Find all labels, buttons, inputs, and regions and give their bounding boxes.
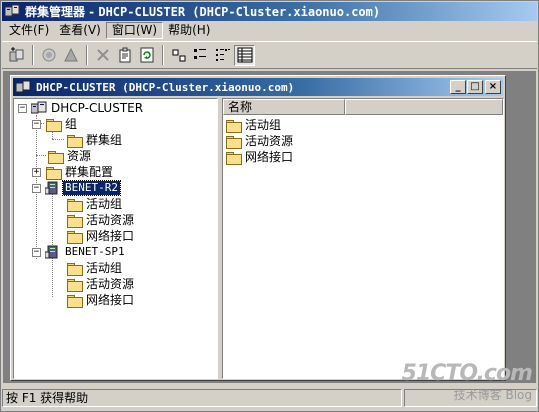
- list-item[interactable]: 活动资源: [225, 133, 295, 149]
- toolbar: [2, 41, 537, 69]
- window-title: 群集管理器 - DHCP-CLUSTER (DHCP-Cluster.xiaon…: [25, 3, 380, 20]
- tree-label-node-benet-r2: BENET-R2: [62, 180, 121, 196]
- collapse-icon[interactable]: −: [32, 119, 41, 129]
- tree-label-root: DHCP-CLUSTER: [51, 101, 144, 115]
- cluster-tree-pane[interactable]: − DHCP-CLUSTER − 组 群集组 资源 + 群集配置 − BENET…: [13, 98, 218, 379]
- tree-label-cluster-group: 群集组: [86, 133, 123, 147]
- cluster-child-window: DHCP-CLUSTER (DHCP-Cluster.xiaonuo.com) …: [10, 75, 506, 381]
- cluster-administrator-window: 群集管理器 - DHCP-CLUSTER (DHCP-Cluster.xiaon…: [0, 0, 539, 412]
- collapse-icon[interactable]: −: [32, 247, 41, 257]
- expand-icon[interactable]: +: [32, 167, 41, 177]
- tree-item-root[interactable]: − DHCP-CLUSTER: [18, 100, 145, 116]
- server-node-icon: [44, 181, 61, 195]
- folder-icon: [66, 294, 83, 308]
- group-folder-icon: [66, 134, 83, 148]
- tree-connector: [52, 139, 64, 140]
- status-text: 按 F1 获得帮助: [2, 389, 402, 407]
- folder-icon: [66, 214, 83, 228]
- folder-icon: [45, 166, 62, 180]
- child-window-controls: _ □ ×: [449, 80, 501, 94]
- take-offline-icon[interactable]: [60, 45, 81, 66]
- close-button[interactable]: ×: [485, 80, 501, 94]
- tree-label-node2-active-resources: 活动资源: [86, 277, 135, 291]
- folder-icon: [225, 151, 242, 165]
- menu-help[interactable]: 帮助(H): [163, 22, 215, 39]
- toolbar-separator: [32, 45, 34, 65]
- details-view-icon[interactable]: [234, 44, 255, 66]
- bring-online-icon[interactable]: [38, 45, 59, 66]
- tree-item-node2-active-groups[interactable]: 活动组: [66, 260, 124, 276]
- refresh-icon[interactable]: [136, 45, 157, 66]
- minimize-button[interactable]: _: [450, 80, 466, 94]
- list-item[interactable]: 网络接口: [225, 149, 295, 165]
- window-title-prefix: 群集管理器 -: [25, 5, 99, 19]
- tree-item-node-benet-r2[interactable]: − BENET-R2: [32, 180, 121, 196]
- cluster-app-icon: [4, 4, 20, 19]
- column-header-blank[interactable]: [345, 99, 503, 115]
- delete-icon[interactable]: [92, 45, 113, 66]
- tree-connector: [52, 257, 53, 297]
- tree-item-node1-active-groups[interactable]: 活动组: [66, 196, 124, 212]
- tree-label-groups: 组: [65, 117, 78, 131]
- list-item[interactable]: 活动组: [225, 117, 283, 133]
- collapse-icon[interactable]: −: [18, 103, 27, 113]
- tree-item-cluster-group[interactable]: 群集组: [66, 132, 124, 148]
- details-list-pane[interactable]: 名称 活动组 活动资源 网络接口: [222, 98, 504, 379]
- tree-item-node2-network-interfaces[interactable]: 网络接口: [66, 292, 136, 308]
- tree-item-groups[interactable]: − 组: [32, 116, 79, 132]
- collapse-icon[interactable]: −: [32, 183, 41, 193]
- tree-label-resources: 资源: [67, 149, 92, 163]
- list-item-label: 网络接口: [245, 150, 294, 164]
- tree-label-node2-active-groups: 活动组: [86, 261, 123, 275]
- tree-label-node1-network-interfaces: 网络接口: [86, 229, 135, 243]
- list-item-label: 活动资源: [245, 134, 294, 148]
- tree-label-node1-active-groups: 活动组: [86, 197, 123, 211]
- list-view-icon[interactable]: [212, 45, 233, 66]
- list-item-label: 活动组: [245, 118, 282, 132]
- status-bar: 按 F1 获得帮助: [2, 387, 537, 409]
- tree-label-node-benet-sp1: BENET-SP1: [65, 245, 125, 258]
- menu-file[interactable]: 文件(F): [4, 22, 54, 39]
- tree-label-node1-active-resources: 活动资源: [86, 213, 135, 227]
- window-title-cluster: DHCP-CLUSTER (DHCP-Cluster.xiaonuo.com): [98, 5, 381, 19]
- maximize-button[interactable]: □: [467, 80, 483, 94]
- column-header-name[interactable]: 名称: [223, 99, 345, 115]
- folder-icon: [45, 118, 62, 132]
- folder-icon: [225, 135, 242, 149]
- large-icons-view-icon[interactable]: [168, 45, 189, 66]
- status-panel: [404, 389, 537, 407]
- list-header: 名称: [223, 99, 503, 115]
- child-window-title: DHCP-CLUSTER (DHCP-Cluster.xiaonuo.com): [36, 80, 295, 94]
- folder-icon: [66, 198, 83, 212]
- folder-icon: [66, 262, 83, 276]
- folder-icon: [66, 230, 83, 244]
- tree-label-node2-network-interfaces: 网络接口: [86, 293, 135, 307]
- cluster-icon: [30, 101, 47, 115]
- folder-icon: [225, 119, 242, 133]
- folder-icon: [66, 278, 83, 292]
- toolbar-separator: [86, 45, 88, 65]
- server-node-icon: [44, 245, 61, 259]
- new-group-icon[interactable]: [6, 45, 27, 66]
- small-icons-view-icon[interactable]: [190, 45, 211, 66]
- tree-item-node1-network-interfaces[interactable]: 网络接口: [66, 228, 136, 244]
- menu-view[interactable]: 查看(V): [54, 22, 106, 39]
- menu-bar: 文件(F) 查看(V) 窗口(W) 帮助(H): [2, 21, 537, 40]
- title-bar[interactable]: 群集管理器 - DHCP-CLUSTER (DHCP-Cluster.xiaon…: [2, 2, 537, 21]
- menu-window[interactable]: 窗口(W): [105, 22, 164, 39]
- tree-item-resources[interactable]: 资源: [47, 148, 93, 164]
- cluster-icon: [15, 80, 31, 94]
- tree-item-node1-active-resources[interactable]: 活动资源: [66, 212, 136, 228]
- tree-connector: [36, 155, 46, 156]
- tree-item-node2-active-resources[interactable]: 活动资源: [66, 276, 136, 292]
- folder-icon: [47, 150, 64, 164]
- tree-label-cluster-config: 群集配置: [65, 165, 114, 179]
- tree-item-cluster-config[interactable]: + 群集配置: [32, 164, 115, 180]
- child-title-bar[interactable]: DHCP-CLUSTER (DHCP-Cluster.xiaonuo.com) …: [13, 78, 503, 96]
- tree-item-node-benet-sp1[interactable]: − BENET-SP1: [32, 244, 127, 260]
- mdi-client-area: DHCP-CLUSTER (DHCP-Cluster.xiaonuo.com) …: [3, 71, 536, 383]
- properties-icon[interactable]: [114, 45, 135, 66]
- toolbar-separator: [162, 45, 164, 65]
